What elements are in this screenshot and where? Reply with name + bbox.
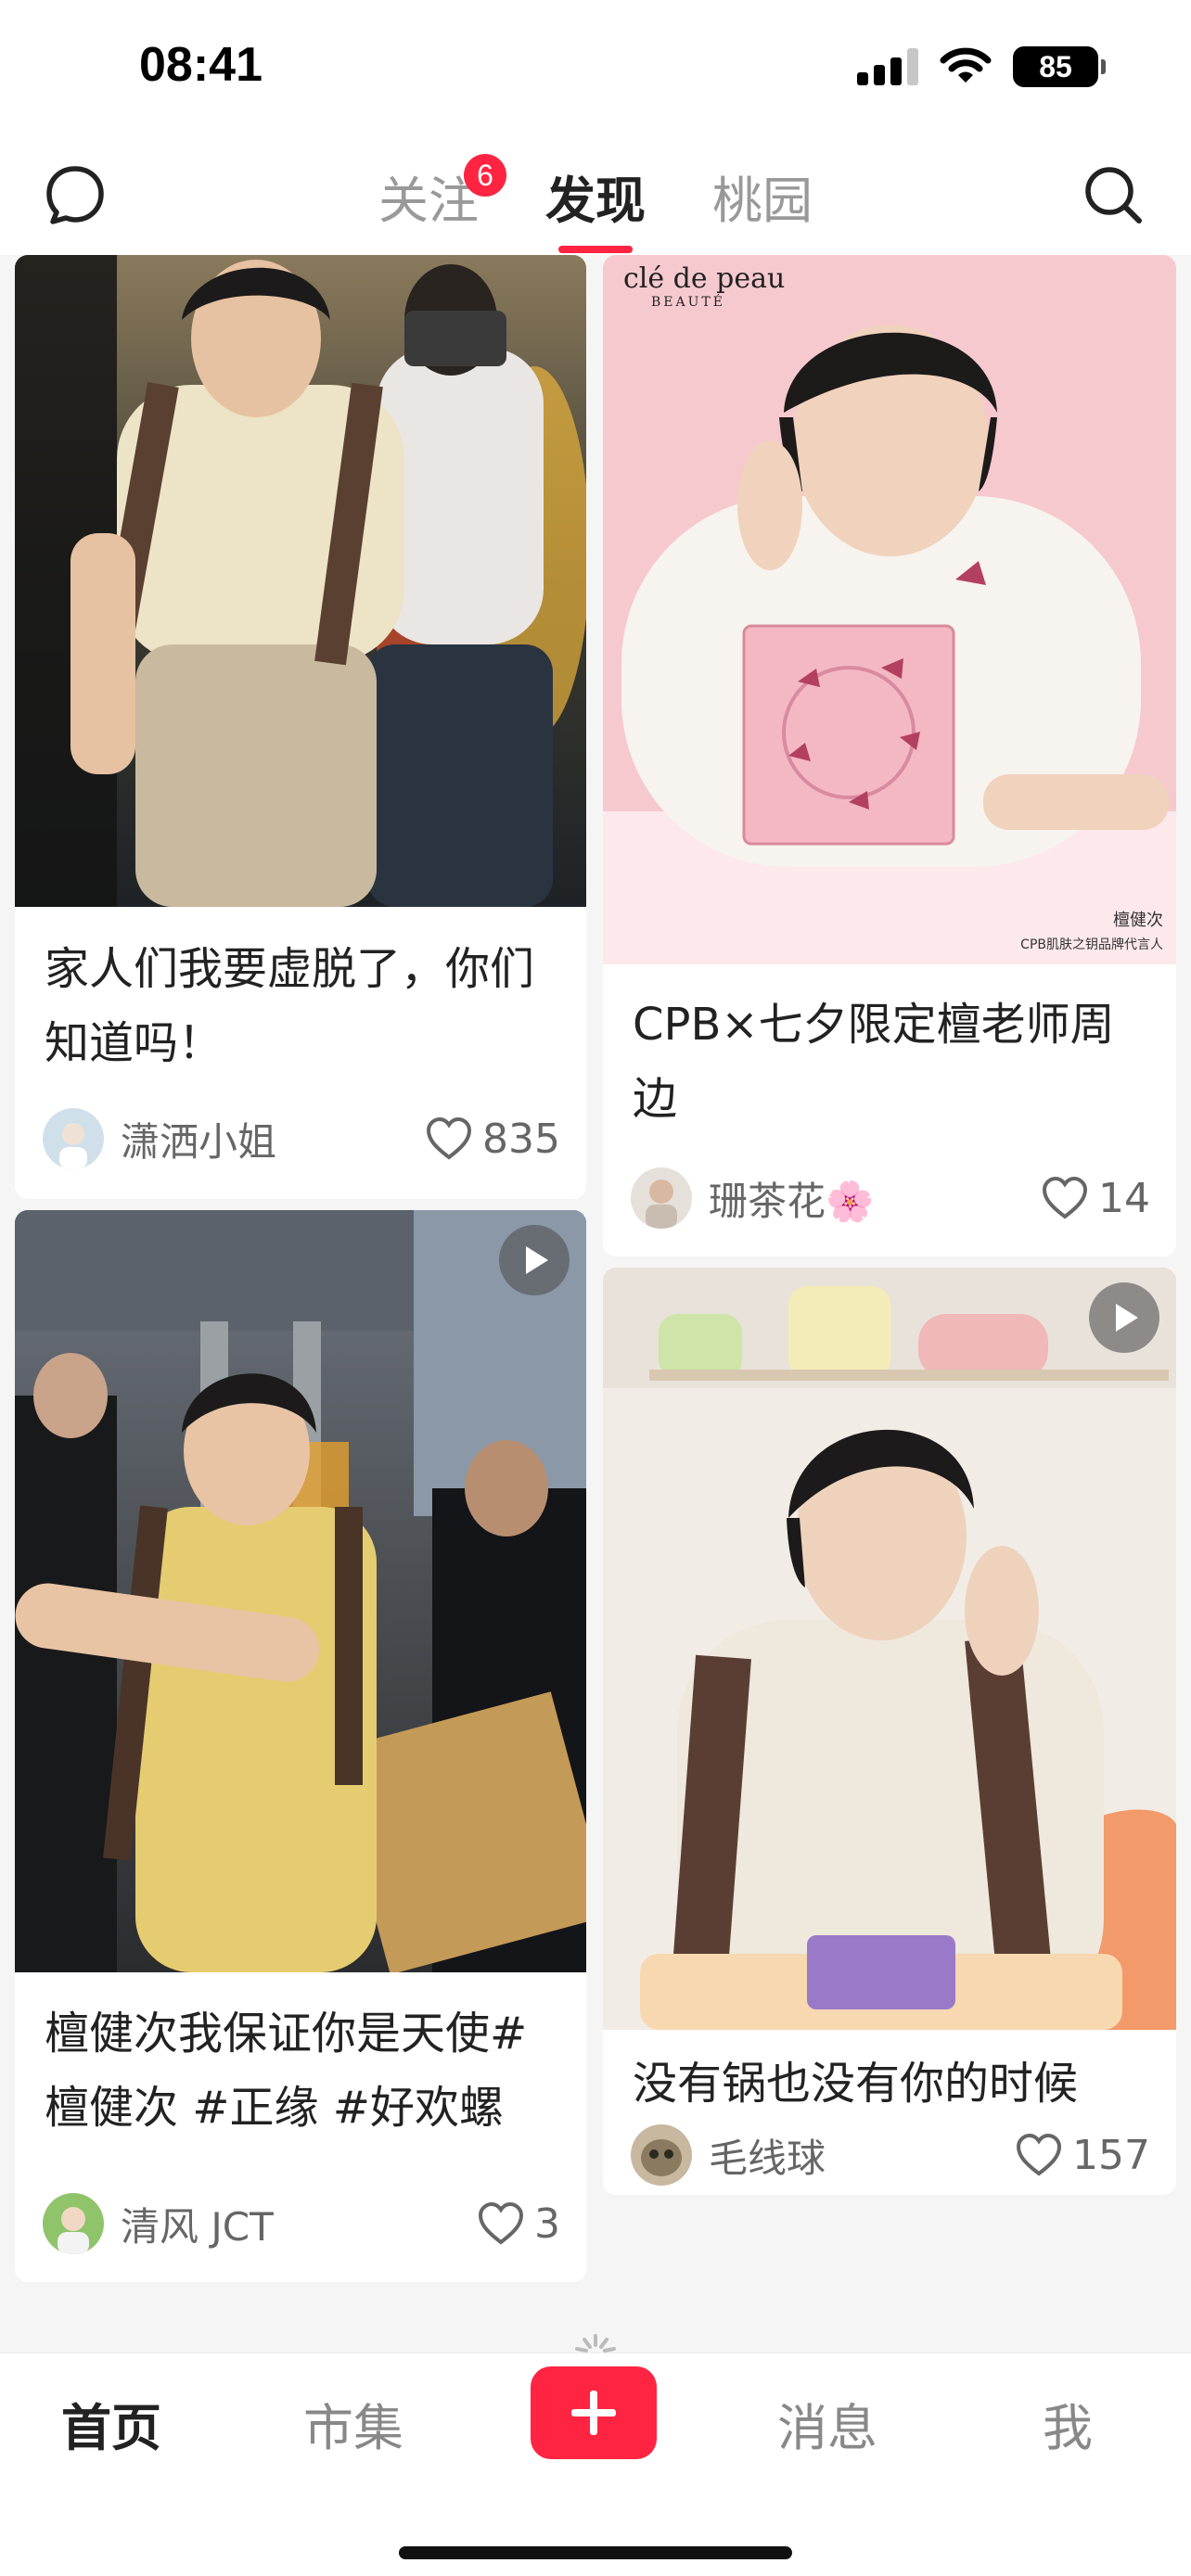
video-play-icon[interactable] — [499, 1225, 570, 1295]
post-image[interactable]: clé de peau BEAUTÉ 檀健次 CPB肌肤之钥品牌代言人 — [603, 255, 1176, 964]
brand-logo: clé de peau BEAUTÉ — [623, 262, 785, 310]
battery-indicator: 85 — [1013, 46, 1106, 87]
notification-badge: 6 — [464, 154, 506, 197]
post-title: 没有锅也没有你的时候 — [633, 2058, 1079, 2110]
post-card[interactable]: 没有锅也没有你的时候 毛线球 157 — [603, 1268, 1176, 2195]
heart-icon — [1042, 1176, 1088, 1219]
tab-taoyuan[interactable]: 桃园 — [712, 159, 813, 253]
discover-feed: 家人们我要虚脱了，你们知道吗！ 潇洒小姐 835 clé de peau BEA… — [0, 255, 1191, 2353]
avatar[interactable] — [631, 1167, 692, 1229]
like-button[interactable]: 835 — [425, 1116, 560, 1163]
tab-following[interactable]: 关注 6 — [378, 154, 506, 253]
post-card[interactable]: clé de peau BEAUTÉ 檀健次 CPB肌肤之钥品牌代言人 CPB×… — [603, 255, 1176, 1256]
like-button[interactable]: 157 — [1015, 2132, 1150, 2179]
like-count: 3 — [534, 2200, 560, 2248]
post-meta: 毛线球 157 — [631, 2123, 1150, 2187]
create-post-button[interactable] — [531, 2366, 657, 2459]
wifi-icon — [940, 47, 992, 83]
post-image[interactable] — [603, 1268, 1176, 2030]
heart-icon — [478, 2201, 524, 2245]
like-count: 157 — [1072, 2131, 1150, 2179]
avatar[interactable] — [631, 2124, 692, 2186]
plus-icon — [571, 2391, 616, 2435]
search-icon[interactable] — [1080, 161, 1146, 228]
post-title: 檀健次我保证你是天使#檀健次 #正缘 #好欢螺 — [45, 2008, 528, 2134]
tab-market[interactable]: 市集 — [303, 2387, 403, 2460]
tab-label: 发现 — [545, 172, 646, 230]
author-name[interactable]: 清风 JCT — [121, 2196, 477, 2252]
top-nav: 关注 6 发现 桃园 — [0, 139, 1191, 255]
like-count: 835 — [482, 1115, 560, 1163]
avatar[interactable] — [43, 1108, 104, 1169]
image-caption: 檀健次 CPB肌肤之钥品牌代言人 — [1020, 907, 1163, 953]
tab-home[interactable]: 首页 — [61, 2387, 161, 2460]
post-meta: 清风 JCT 3 — [43, 2191, 560, 2256]
tab-messages[interactable]: 消息 — [777, 2387, 877, 2460]
like-count: 14 — [1098, 1174, 1150, 1222]
status-bar: 08:41 85 — [0, 0, 1191, 139]
avatar[interactable] — [43, 2193, 104, 2254]
post-title: 家人们我要虚脱了，你们知道吗！ — [45, 943, 535, 1069]
author-name[interactable]: 毛线球 — [709, 2127, 1015, 2184]
heart-icon — [427, 1116, 472, 1160]
brand-logo-subtext: BEAUTÉ — [651, 295, 725, 310]
author-name[interactable]: 潇洒小姐 — [121, 1111, 425, 1167]
image-caption-name: 檀健次 — [1113, 911, 1163, 930]
feed-tabs: 关注 6 发现 桃园 — [0, 154, 1191, 253]
post-image[interactable] — [15, 1210, 586, 1972]
brand-logo-text: clé de peau — [623, 262, 786, 295]
bottom-tab-bar: 首页 市集 消息 我 — [0, 2353, 1191, 2576]
status-indicators: 85 — [857, 46, 1106, 87]
cellular-signal-icon — [857, 48, 918, 85]
post-card[interactable]: 檀健次我保证你是天使#檀健次 #正缘 #好欢螺 清风 JCT 3 — [15, 1210, 586, 2282]
tab-label: 桃园 — [712, 172, 813, 230]
like-button[interactable]: 14 — [1041, 1175, 1150, 1222]
image-caption-role: CPB肌肤之钥品牌代言人 — [1020, 937, 1163, 952]
post-meta: 潇洒小姐 835 — [43, 1106, 560, 1171]
post-title: CPB×七夕限定檀老师周边 — [633, 999, 1115, 1125]
post-meta: 珊茶花🌸 14 — [631, 1166, 1150, 1231]
tab-discover[interactable]: 发现 — [545, 159, 646, 253]
video-play-icon[interactable] — [1089, 1282, 1159, 1353]
post-card[interactable]: 家人们我要虚脱了，你们知道吗！ 潇洒小姐 835 — [15, 255, 586, 1199]
status-time: 08:41 — [139, 38, 263, 92]
tab-me[interactable]: 我 — [1043, 2387, 1093, 2460]
home-indicator[interactable] — [399, 2546, 792, 2559]
author-name[interactable]: 珊茶花🌸 — [709, 1170, 1041, 1227]
heart-icon — [1017, 2133, 1062, 2176]
like-button[interactable]: 3 — [477, 2200, 560, 2248]
post-image[interactable] — [15, 255, 586, 907]
